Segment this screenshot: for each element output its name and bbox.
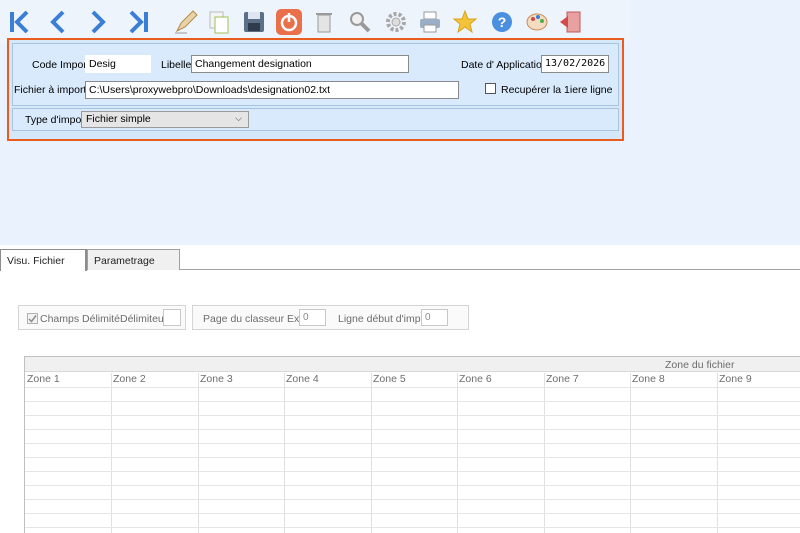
power-button[interactable] xyxy=(273,6,305,38)
import-type-row: Type d'import: Fichier simple ⌵ xyxy=(12,108,619,131)
code-import-field[interactable]: Desig xyxy=(85,55,151,73)
favorite-button[interactable] xyxy=(449,6,481,38)
delimiter-options-group: Champs Délimité Délimiteur: xyxy=(18,305,186,330)
theme-button[interactable] xyxy=(521,6,553,38)
row-divider xyxy=(25,387,800,388)
palette-icon xyxy=(526,13,548,31)
libelle-label: Libelle: xyxy=(161,59,195,71)
tab-parametrage[interactable]: Parametrage xyxy=(87,249,180,270)
first-record-icon xyxy=(10,10,29,34)
import-form-main: Code Import: Desig Libelle: Changement d… xyxy=(12,43,619,106)
column-divider xyxy=(284,373,285,533)
edit-button[interactable] xyxy=(170,6,202,38)
column-divider xyxy=(457,373,458,533)
grid-group-header: Zone du fichier xyxy=(25,357,800,372)
import-form-panel: Code Import: Desig Libelle: Changement d… xyxy=(7,38,624,141)
tab-label: Visu. Fichier xyxy=(7,255,65,267)
delete-bin-icon xyxy=(316,13,332,33)
last-record-button[interactable] xyxy=(122,6,154,38)
exit-button[interactable] xyxy=(555,6,587,38)
column-header[interactable]: Zone 7 xyxy=(546,373,579,385)
column-header[interactable]: Zone 4 xyxy=(286,373,319,385)
column-header[interactable]: Zone 3 xyxy=(200,373,233,385)
column-divider xyxy=(111,373,112,533)
tab-label: Parametrage xyxy=(94,255,155,267)
edit-pencil-icon xyxy=(175,10,198,34)
search-button[interactable] xyxy=(344,6,376,38)
copy-button[interactable] xyxy=(203,6,235,38)
import-type-value: Fichier simple xyxy=(86,113,151,125)
previous-record-icon xyxy=(50,10,65,34)
power-icon xyxy=(276,9,302,35)
help-button[interactable]: ? xyxy=(486,6,518,38)
column-divider xyxy=(198,373,199,533)
file-preview-grid[interactable]: Zone du fichier Zone 1 Zone 2 Zone 3 Zon… xyxy=(24,356,800,533)
column-divider xyxy=(630,373,631,533)
save-floppy-icon xyxy=(244,12,264,32)
save-button[interactable] xyxy=(238,6,270,38)
checkmark-icon xyxy=(28,315,37,323)
favorite-star-icon xyxy=(452,9,478,34)
row-divider xyxy=(25,513,800,514)
first-record-button[interactable] xyxy=(4,6,36,38)
delimiter-field[interactable] xyxy=(163,309,181,326)
exit-door-icon xyxy=(560,11,581,33)
last-record-icon xyxy=(129,10,148,34)
column-header[interactable]: Zone 2 xyxy=(113,373,146,385)
row-divider xyxy=(25,527,800,528)
help-icon: ? xyxy=(492,12,512,32)
delimited-fields-label: Champs Délimité xyxy=(40,313,120,325)
row-divider xyxy=(25,415,800,416)
start-line-field[interactable]: 0 xyxy=(421,309,448,326)
row-divider xyxy=(25,401,800,402)
row-divider xyxy=(25,471,800,472)
column-divider xyxy=(544,373,545,533)
column-header[interactable]: Zone 6 xyxy=(459,373,492,385)
next-record-button[interactable] xyxy=(82,6,114,38)
chevron-down-icon: ⌵ xyxy=(235,113,242,123)
date-application-label: Date d' Application: xyxy=(461,59,551,71)
row-divider xyxy=(25,429,800,430)
row-divider xyxy=(25,443,800,444)
delete-button[interactable] xyxy=(308,6,340,38)
delimited-fields-checkbox[interactable] xyxy=(27,313,38,324)
column-divider xyxy=(371,373,372,533)
column-header[interactable]: Zone 8 xyxy=(632,373,665,385)
copy-document-icon xyxy=(209,11,229,34)
settings-button[interactable] xyxy=(380,6,412,38)
tab-visu-fichier[interactable]: Visu. Fichier xyxy=(0,249,87,271)
search-magnifier-icon xyxy=(350,12,371,33)
file-to-import-field[interactable]: C:\Users\proxywebpro\Downloads\designati… xyxy=(85,81,459,99)
svg-text:?: ? xyxy=(498,14,507,30)
row-divider xyxy=(25,457,800,458)
libelle-field[interactable]: Changement designation xyxy=(191,55,409,73)
row-divider xyxy=(25,499,800,500)
print-icon xyxy=(420,11,440,33)
column-header[interactable]: Zone 5 xyxy=(373,373,406,385)
import-type-select[interactable]: Fichier simple ⌵ xyxy=(81,111,249,128)
excel-options-group: Page du classeur Excel: 0 Ligne début d'… xyxy=(192,305,469,330)
code-import-label: Code Import: xyxy=(32,59,93,71)
date-application-field[interactable]: 13/02/2026 xyxy=(541,55,609,73)
previous-record-button[interactable] xyxy=(42,6,74,38)
first-line-label: Recupérer la 1iere ligne xyxy=(501,84,613,96)
column-divider xyxy=(717,373,718,533)
first-line-checkbox[interactable] xyxy=(485,83,496,94)
excel-page-field[interactable]: 0 xyxy=(299,309,326,326)
settings-gear-icon xyxy=(386,12,406,32)
grid-group-header-label: Zone du fichier xyxy=(665,359,735,371)
column-header[interactable]: Zone 9 xyxy=(719,373,752,385)
row-divider xyxy=(25,485,800,486)
column-header[interactable]: Zone 1 xyxy=(27,373,60,385)
next-record-icon xyxy=(91,10,106,34)
print-button[interactable] xyxy=(414,6,446,38)
tab-bar: Visu. Fichier Parametrage xyxy=(0,249,800,271)
